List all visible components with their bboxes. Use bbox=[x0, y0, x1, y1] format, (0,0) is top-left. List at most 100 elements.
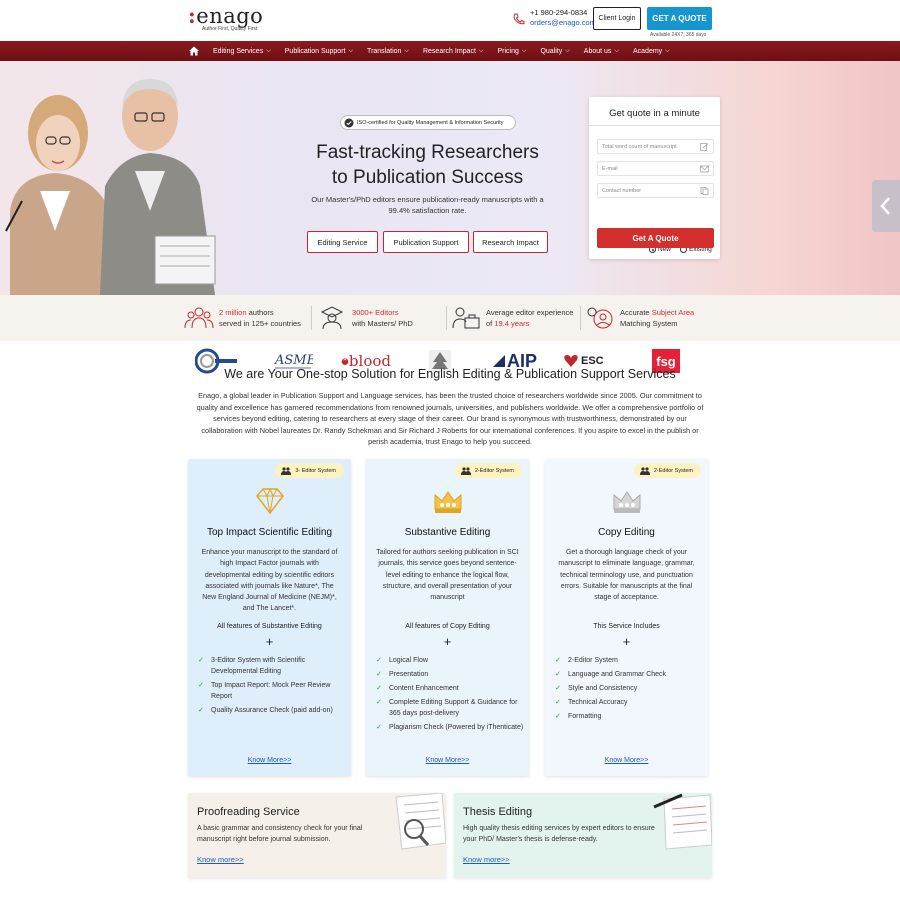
feature-item: Plagiarism Check (Powered by iThenticate… bbox=[376, 722, 524, 733]
stat-experience: Average editor experience of 19.4 years bbox=[486, 307, 573, 329]
chevron-down-icon: ⌵ bbox=[614, 47, 619, 54]
feature-list: 3-Editor System with Scientific Developm… bbox=[198, 655, 346, 719]
feature-item: Logical Flow bbox=[376, 655, 524, 666]
divider bbox=[446, 306, 447, 330]
gold-crown-icon bbox=[434, 491, 462, 513]
editor-system-badge: 2-Editor System bbox=[454, 463, 522, 478]
stat-text: Accurate bbox=[620, 308, 652, 317]
feature-list: 2-Editor System Language and Grammar Che… bbox=[555, 655, 703, 725]
stat-subject-area: Accurate Subject Area Matching System bbox=[620, 307, 694, 329]
mail-icon bbox=[700, 165, 709, 173]
card-description: High quality thesis editing services by … bbox=[463, 825, 655, 843]
contact-number-input[interactable]: Contact number bbox=[597, 183, 714, 198]
feature-item: Top Impact Report: Mock Peer Review Repo… bbox=[198, 680, 346, 702]
phone-icon bbox=[513, 13, 525, 25]
logo-text: enago bbox=[196, 4, 264, 28]
users-icon bbox=[281, 466, 292, 475]
chevron-down-icon: ⌵ bbox=[478, 47, 484, 54]
users-icon bbox=[460, 466, 471, 475]
nav-quality[interactable]: Quality ⌵ bbox=[540, 48, 569, 55]
client-login-button[interactable]: Client Login bbox=[593, 7, 641, 30]
nav-pricing[interactable]: Pricing ⌵ bbox=[497, 48, 526, 55]
hero-subtitle: Our Master's/PhD editors ensure publicat… bbox=[311, 195, 544, 215]
editor-system-badge: 2-Editor System bbox=[633, 463, 701, 478]
home-icon[interactable] bbox=[188, 45, 200, 57]
stat-highlight: 2 million bbox=[219, 308, 247, 317]
editor-system-badge: 3- Editor System bbox=[275, 463, 344, 478]
stat-text: authors bbox=[246, 308, 274, 317]
editing-service-button[interactable]: Editing Service bbox=[307, 231, 378, 253]
enago-logo[interactable]: :enago Author First, Quality First bbox=[188, 3, 278, 33]
blood-drop-icon bbox=[341, 358, 349, 365]
stat-text: Average editor experience bbox=[486, 308, 574, 317]
feature-item: Quality Assurance Check (paid add-on) bbox=[198, 705, 346, 716]
card-title: Copy Editing bbox=[598, 527, 655, 538]
stat-highlight: Subject Area bbox=[651, 308, 695, 317]
word-count-input[interactable]: Total word count of manuscript bbox=[597, 139, 714, 154]
silver-crown-icon bbox=[613, 491, 641, 513]
card-title: Substantive Editing bbox=[404, 527, 491, 538]
svg-text:ASME: ASME bbox=[274, 353, 313, 368]
card-subheading: All features of Copy Editing bbox=[405, 623, 490, 630]
hero-section: ISO-certified for Quality Management & I… bbox=[0, 61, 900, 295]
chevron-down-icon: ⌵ bbox=[665, 47, 670, 54]
know-more-link[interactable]: Know More>> bbox=[188, 757, 351, 764]
logo-wordmark: :enago bbox=[188, 3, 264, 28]
stat-text: Matching System bbox=[620, 319, 678, 328]
edit-icon bbox=[700, 143, 709, 151]
get-quote-submit-button[interactable]: Get A Quote bbox=[597, 228, 714, 248]
carousel-next-button[interactable] bbox=[872, 180, 900, 232]
divider bbox=[589, 125, 720, 126]
nav-items: Editing Services ⌵ Publication Support ⌵ T… bbox=[213, 41, 684, 61]
nav-label: Quality bbox=[540, 47, 563, 55]
nav-label: Pricing bbox=[497, 47, 519, 55]
get-a-quote-button[interactable]: GET A QUOTE bbox=[647, 7, 712, 30]
nav-research-impact[interactable]: Research Impact ⌵ bbox=[423, 48, 483, 55]
nav-publication-support[interactable]: Publication Support ⌵ bbox=[285, 48, 353, 55]
thesis-editing-card: Thesis Editing High quality thesis editi… bbox=[454, 793, 712, 878]
stat-authors: 2 million authors served in 125+ countri… bbox=[219, 307, 301, 329]
badge-text: 2-Editor System bbox=[653, 467, 693, 474]
placeholder: Contact number bbox=[602, 187, 642, 194]
phone-number[interactable]: +1 980-294-0834 bbox=[530, 8, 596, 18]
researchers-photo bbox=[5, 79, 216, 295]
card-subheading: This Service Includes bbox=[593, 623, 660, 630]
know-more-link[interactable]: Know more>> bbox=[463, 855, 510, 864]
feature-item: 3-Editor System with Scientific Developm… bbox=[198, 655, 346, 677]
email-input[interactable]: E-mail bbox=[597, 161, 714, 176]
document-magnifier-illustration bbox=[395, 793, 446, 850]
stat-highlight: 3000+ Editors bbox=[352, 308, 399, 317]
quote-form-title: Get quote in a minute bbox=[609, 108, 700, 119]
email-link[interactable]: orders@enago.com bbox=[530, 18, 596, 28]
publication-support-button[interactable]: Publication Support bbox=[383, 231, 469, 253]
nav-editing-services[interactable]: Editing Services ⌵ bbox=[213, 48, 271, 55]
availability-note: Available 24X7, 365 days bbox=[650, 32, 707, 38]
know-more-link[interactable]: Know More>> bbox=[545, 757, 708, 764]
chevron-down-icon: ⌵ bbox=[404, 47, 409, 54]
card-title: Thesis Editing bbox=[463, 806, 533, 818]
divider bbox=[580, 306, 581, 330]
nav-label: Research Impact bbox=[422, 47, 476, 55]
hero-title-line2: to Publication Success bbox=[331, 167, 524, 188]
nav-academy[interactable]: Academy ⌵ bbox=[633, 48, 670, 55]
nav-label: Translation bbox=[367, 47, 402, 55]
plus-icon: + bbox=[265, 634, 274, 649]
feature-list: Logical Flow Presentation Content Enhanc… bbox=[376, 655, 524, 736]
research-impact-button[interactable]: Research Impact bbox=[473, 231, 548, 253]
chevron-left-icon bbox=[880, 197, 890, 215]
card-description: Tailored for authors seeking publication… bbox=[376, 549, 519, 602]
nav-translation[interactable]: Translation ⌵ bbox=[367, 48, 409, 55]
know-more-link[interactable]: Know more>> bbox=[197, 855, 244, 864]
card-description: Enhance your manuscript to the standard … bbox=[201, 549, 338, 613]
stat-editors: 3000+ Editors with Masters/ PhD bbox=[352, 307, 413, 329]
intro-body: Enago, a global leader in Publication Su… bbox=[196, 391, 704, 446]
know-more-link[interactable]: Know More>> bbox=[366, 757, 529, 764]
feature-item: Content Enhancement bbox=[376, 683, 524, 694]
stat-text: served in 125+ countries bbox=[219, 319, 301, 328]
badge-text: 3- Editor System bbox=[295, 467, 336, 474]
nav-label: About us bbox=[583, 47, 612, 55]
experience-icon bbox=[452, 307, 480, 329]
logo-tagline: Author First, Quality First bbox=[202, 26, 258, 32]
nav-about-us[interactable]: About us ⌵ bbox=[584, 48, 619, 55]
feature-item: 2-Editor System bbox=[555, 655, 703, 666]
